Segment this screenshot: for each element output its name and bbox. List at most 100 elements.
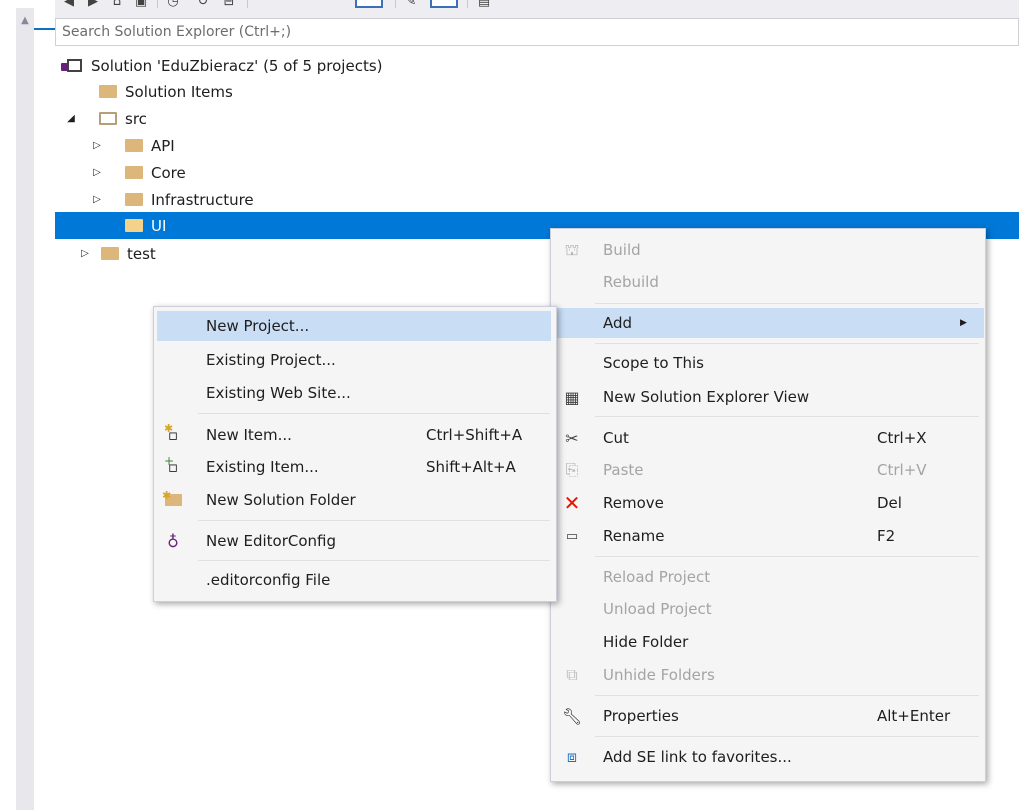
tree-node-solution-items[interactable]: Solution Items: [99, 78, 233, 105]
tree-node-api[interactable]: ▷ API: [91, 132, 175, 159]
show-all-files-icon[interactable]: [355, 0, 383, 8]
menu-item-scope-to-this[interactable]: Scope to This: [551, 348, 985, 378]
folder-icon: [125, 193, 143, 206]
menu-item-label: Add: [603, 314, 633, 332]
menu-item-label: Unhide Folders: [603, 666, 715, 684]
menu-item-add-se-link[interactable]: ⧈ Add SE link to favorites...: [551, 742, 985, 772]
menu-item-label: Existing Web Site...: [206, 384, 351, 402]
tree-node-src[interactable]: ◢ src: [65, 105, 147, 132]
tree-node-label: Infrastructure: [151, 190, 254, 209]
menu-item-label: Properties: [603, 707, 679, 725]
menu-item-build[interactable]: ⛫ Build: [551, 235, 985, 265]
submenu-item-new-item[interactable]: ▫ ✱ New Item... Ctrl+Shift+A: [154, 420, 554, 450]
collapse-all-icon[interactable]: ⊟: [221, 0, 237, 10]
remove-x-icon: ✕: [563, 491, 581, 515]
sync-icon[interactable]: ↻: [195, 0, 211, 10]
expanded-arrow-icon[interactable]: ◢: [65, 113, 77, 124]
menu-item-unload-project[interactable]: Unload Project: [551, 594, 985, 624]
menu-item-unhide-folders[interactable]: ⧉ Unhide Folders: [551, 660, 985, 690]
menu-item-label: Remove: [603, 494, 664, 512]
submenu-item-existing-web-site[interactable]: Existing Web Site...: [154, 378, 554, 408]
tree-node-solution[interactable]: Solution 'EduZbieracz' (5 of 5 projects): [61, 52, 383, 79]
forward-icon[interactable]: ▶: [85, 0, 101, 10]
back-icon[interactable]: ◀: [61, 0, 77, 10]
menu-item-reload-project[interactable]: Reload Project: [551, 562, 985, 592]
menu-item-rename[interactable]: ▭ Rename F2: [551, 521, 985, 551]
solution-explorer-toolbar: ◀ ▶ ⌂ ▣ ◷ ↻ ⊟ ✎ ▤: [55, 0, 1019, 18]
submenu-item-editorconfig-file[interactable]: .editorconfig File: [154, 565, 554, 595]
search-solution-explorer[interactable]: [55, 18, 1019, 46]
unhide-icon: ⧉: [566, 665, 578, 684]
tree-node-test[interactable]: ▷ test: [79, 240, 156, 267]
menu-item-properties[interactable]: 🔧︎ Properties Alt+Enter: [551, 701, 985, 731]
menu-separator: [198, 560, 550, 561]
search-input[interactable]: [56, 19, 1018, 45]
folder-icon: [99, 85, 117, 98]
menu-item-shortcut: Ctrl+X: [877, 429, 927, 447]
menu-separator: [595, 343, 979, 344]
toolbar-separator: [157, 0, 158, 8]
menu-item-shortcut: Ctrl+Shift+A: [426, 426, 523, 444]
menu-item-label: Add SE link to favorites...: [603, 748, 792, 766]
toolbar-separator: [395, 0, 396, 8]
new-folder-icon: ✱: [162, 489, 184, 511]
tree-node-label: UI: [151, 216, 167, 235]
menu-item-add[interactable]: Add ▶: [552, 308, 984, 338]
menu-separator: [595, 416, 979, 417]
wrench-icon: 🔧︎: [561, 706, 583, 726]
submenu-item-new-project[interactable]: New Project...: [157, 311, 551, 341]
paste-icon: ⎘: [565, 460, 579, 479]
tree-node-infrastructure[interactable]: ▷ Infrastructure: [91, 186, 254, 213]
toolbar-separator: [247, 0, 248, 8]
collapsed-arrow-icon[interactable]: ▷: [91, 194, 103, 205]
build-icon: ⛫: [564, 239, 580, 259]
menu-item-label: Unload Project: [603, 600, 712, 618]
menu-separator: [595, 736, 979, 737]
menu-item-label: New Item...: [206, 426, 292, 444]
active-indicator: [34, 28, 55, 30]
menu-item-shortcut: Ctrl+V: [877, 461, 927, 479]
submenu-item-new-editorconfig[interactable]: ♁ New EditorConfig: [154, 526, 554, 556]
add-submenu: New Project... Existing Project... Exist…: [153, 306, 557, 602]
class-diagram-icon[interactable]: ▤: [475, 0, 493, 10]
preview-selected-icon[interactable]: [430, 0, 458, 8]
menu-item-new-solution-explorer-view[interactable]: ▦ New Solution Explorer View: [551, 382, 985, 412]
menu-item-rebuild[interactable]: Rebuild: [551, 267, 985, 297]
menu-item-label: Cut: [603, 429, 629, 447]
new-view-icon: ▦: [564, 387, 580, 407]
home-icon[interactable]: ⌂: [109, 0, 125, 10]
menu-item-label: Rebuild: [603, 273, 659, 291]
collapsed-arrow-icon[interactable]: ▷: [79, 248, 91, 259]
menu-item-hide-folder[interactable]: Hide Folder: [551, 627, 985, 657]
menu-item-cut[interactable]: ✂ Cut Ctrl+X: [551, 423, 985, 453]
scroll-up-arrow-icon[interactable]: ▲: [16, 14, 34, 28]
pending-changes-icon[interactable]: ◷: [165, 0, 181, 10]
submenu-item-existing-item[interactable]: ▫ + Existing Item... Shift+Alt+A: [154, 452, 554, 482]
rename-icon: ▭: [565, 528, 579, 544]
menu-separator: [198, 413, 550, 414]
submenu-item-existing-project[interactable]: Existing Project...: [154, 345, 554, 375]
tree-node-label: Solution Items: [125, 82, 233, 101]
menu-separator: [595, 303, 979, 304]
folder-icon: [125, 139, 143, 152]
pin-icon[interactable]: ✎: [403, 0, 419, 10]
collapsed-arrow-icon[interactable]: ▷: [91, 167, 103, 178]
menu-item-label: Build: [603, 241, 641, 259]
folder-icon: [125, 166, 143, 179]
submenu-item-new-solution-folder[interactable]: ✱ New Solution Folder: [154, 485, 554, 515]
existing-item-icon: ▫ +: [164, 454, 179, 476]
solution-label: Solution 'EduZbieracz' (5 of 5 projects): [91, 56, 383, 75]
menu-item-label: Hide Folder: [603, 633, 689, 651]
switch-views-icon[interactable]: ▣: [133, 0, 149, 10]
open-folder-icon: [99, 112, 117, 125]
solution-icon: [61, 58, 83, 73]
menu-item-paste[interactable]: ⎘ Paste Ctrl+V: [551, 455, 985, 485]
tree-node-core[interactable]: ▷ Core: [91, 159, 186, 186]
vertical-scrollbar[interactable]: ▲: [16, 8, 34, 810]
menu-item-remove[interactable]: ✕ Remove Del: [551, 488, 985, 518]
menu-item-label: Existing Item...: [206, 458, 319, 476]
left-margin: ▲: [0, 0, 55, 810]
menu-separator: [198, 520, 550, 521]
menu-item-label: Existing Project...: [206, 351, 336, 369]
collapsed-arrow-icon[interactable]: ▷: [91, 140, 103, 151]
